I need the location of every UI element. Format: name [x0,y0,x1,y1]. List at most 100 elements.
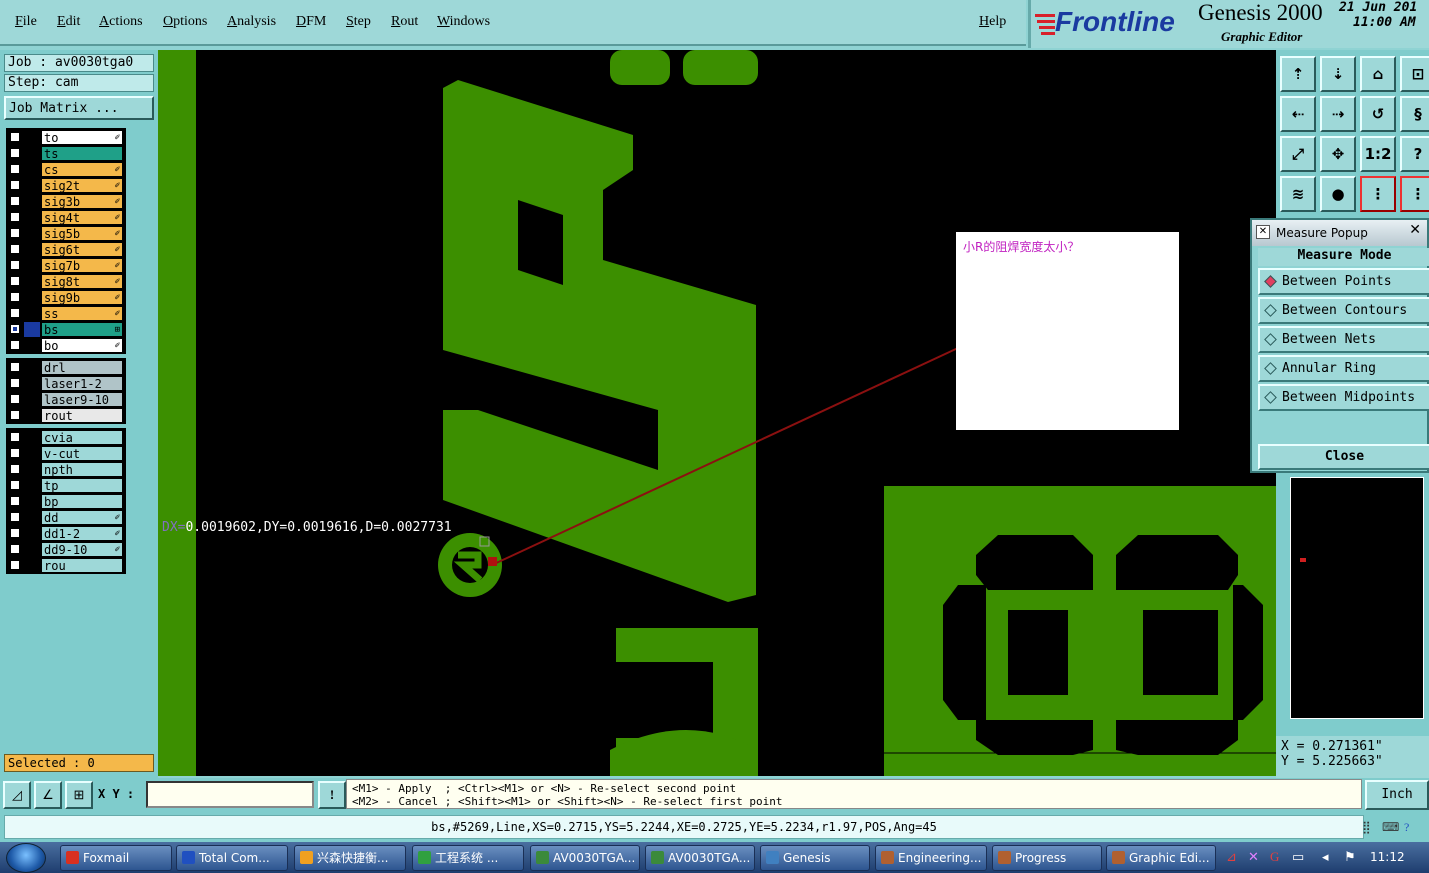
layer-row[interactable]: bp [8,494,124,509]
layer-name[interactable]: bs ⊞ [41,322,123,337]
layer-color-chip[interactable] [24,526,40,541]
layer-row[interactable]: bo ✐ [8,338,124,353]
menu-step[interactable]: Step [346,14,371,30]
layer-row[interactable]: v-cut [8,446,124,461]
tray-g-icon[interactable]: G [1270,849,1279,865]
view-tool-button[interactable]: ✥ [1320,136,1356,172]
view-tool-button[interactable]: 1:2 [1360,136,1396,172]
layer-color-chip[interactable] [24,322,40,337]
layer-row[interactable]: sig9b ✐ [8,290,124,305]
layer-checkbox[interactable] [10,308,20,318]
help-icon[interactable]: ? [1404,820,1409,835]
view-tool-button[interactable]: ⇢ [1320,96,1356,132]
layer-row[interactable]: sig6t ✐ [8,242,124,257]
layer-name[interactable]: cvia [41,430,123,445]
layer-checkbox[interactable] [10,132,20,142]
layer-name[interactable]: sig6t ✐ [41,242,123,257]
layer-color-chip[interactable] [24,430,40,445]
layer-name[interactable]: laser9-10 [41,392,123,407]
layer-color-chip[interactable] [24,290,40,305]
menu-windows[interactable]: Windows [437,14,490,30]
measure-mode-option[interactable]: Between Midpoints [1258,384,1429,411]
view-tool-button[interactable]: ⇡ [1280,56,1316,92]
layer-checkbox[interactable] [10,394,20,404]
layer-name[interactable]: sig4t ✐ [41,210,123,225]
layer-checkbox[interactable] [10,228,20,238]
layer-row[interactable]: dd9-10 ✐ [8,542,124,557]
layer-name[interactable]: sig8t ✐ [41,274,123,289]
minimap[interactable] [1290,477,1424,719]
layer-color-chip[interactable] [24,360,40,375]
job-matrix-button[interactable]: Job Matrix ... [4,96,154,120]
layer-checkbox[interactable] [10,362,20,372]
layer-color-chip[interactable] [24,392,40,407]
start-button[interactable] [6,843,46,873]
keyboard-icon[interactable]: ⌨ [1382,820,1399,835]
layer-row[interactable]: tp [8,478,124,493]
layer-color-chip[interactable] [24,478,40,493]
layer-row[interactable]: ss ✐ [8,306,124,321]
layer-name[interactable]: dd ✐ [41,510,123,525]
layer-name[interactable]: sig9b ✐ [41,290,123,305]
layer-checkbox[interactable] [10,480,20,490]
layer-checkbox[interactable] [10,512,20,522]
view-tool-button[interactable]: ⤢ [1280,136,1316,172]
layer-checkbox[interactable] [10,292,20,302]
layer-name[interactable]: npth [41,462,123,477]
layer-row[interactable]: sig2t ✐ [8,178,124,193]
layer-name[interactable]: drl [41,360,123,375]
taskbar-item[interactable]: AV0030TGA... [530,845,640,871]
layer-color-chip[interactable] [24,510,40,525]
layer-checkbox[interactable] [10,560,20,570]
layer-row[interactable]: sig4t ✐ [8,210,124,225]
layer-checkbox[interactable] [10,196,20,206]
layer-name[interactable]: ts [41,146,123,161]
view-tool-button[interactable]: § [1400,96,1429,132]
layer-color-chip[interactable] [24,376,40,391]
close-icon[interactable]: ✕ [1409,222,1421,238]
tray-app-icon[interactable]: ⊿ [1226,849,1237,865]
radio-diamond-icon[interactable] [1264,304,1277,317]
layer-checkbox[interactable] [10,464,20,474]
exclaim-button[interactable]: ! [318,781,346,809]
layer-checkbox[interactable] [10,164,20,174]
layer-checkbox[interactable] [10,496,20,506]
layer-color-chip[interactable] [24,558,40,573]
grid-snap-icon[interactable]: ⊞ [65,781,93,809]
layer-row[interactable]: sig8t ✐ [8,274,124,289]
taskbar-item[interactable]: 工程系统 ... [412,845,524,871]
layer-row[interactable]: cvia [8,430,124,445]
view-tool-button[interactable]: ⋮ [1360,176,1396,212]
layer-name[interactable]: rou [41,558,123,573]
layer-checkbox[interactable] [10,324,20,334]
menu-dfm[interactable]: DFM [296,14,326,30]
menu-options[interactable]: Options [163,14,207,30]
view-tool-button[interactable]: ⌂ [1360,56,1396,92]
layer-row[interactable]: dd ✐ [8,510,124,525]
taskbar-item[interactable]: Foxmail [60,845,172,871]
layer-name[interactable]: v-cut [41,446,123,461]
taskbar-item[interactable]: Genesis [760,845,870,871]
layer-name[interactable]: ss ✐ [41,306,123,321]
layer-color-chip[interactable] [24,178,40,193]
layer-color-chip[interactable] [24,408,40,423]
radio-diamond-icon[interactable] [1264,362,1277,375]
layer-name[interactable]: dd9-10 ✐ [41,542,123,557]
radio-diamond-icon[interactable] [1264,391,1277,404]
view-tool-button[interactable]: ⇣ [1320,56,1356,92]
layer-name[interactable]: bo ✐ [41,338,123,353]
taskbar-item[interactable]: 兴森快捷衡... [294,845,406,871]
layer-checkbox[interactable] [10,528,20,538]
menu-file[interactable]: File [15,14,37,30]
menu-rout[interactable]: Rout [391,14,418,30]
radio-diamond-icon[interactable] [1264,333,1277,346]
layer-color-chip[interactable] [24,162,40,177]
menu-actions[interactable]: Actions [99,14,143,30]
layer-checkbox[interactable] [10,432,20,442]
angle-snap-icon[interactable]: ∠ [34,781,62,809]
menu-edit[interactable]: Edit [57,14,80,30]
layer-row[interactable]: npth [8,462,124,477]
measure-mode-option[interactable]: Annular Ring [1258,355,1429,382]
layer-color-chip[interactable] [24,226,40,241]
tray-tool-icon[interactable]: ✕ [1248,849,1259,865]
